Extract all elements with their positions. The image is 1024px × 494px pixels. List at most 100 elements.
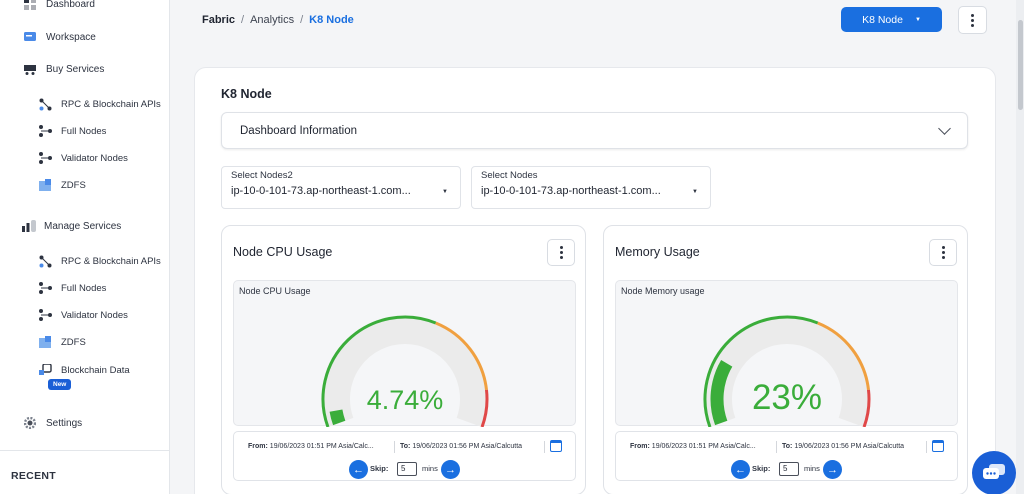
sidebar-item-validator-nodes-manage[interactable]: Validator Nodes: [39, 309, 128, 321]
gear-icon: [23, 416, 38, 430]
panel-more-button[interactable]: [929, 239, 957, 266]
recent-heading: RECENT: [11, 470, 56, 482]
breadcrumb-analytics[interactable]: Analytics: [250, 14, 294, 26]
cart-icon: [24, 63, 38, 75]
sidebar-divider: [0, 450, 170, 451]
previous-button[interactable]: ←: [731, 460, 750, 479]
dot-icon: [971, 13, 974, 17]
skip-input[interactable]: 5: [397, 462, 417, 476]
panel-title: Node CPU Usage: [233, 245, 333, 259]
from-label: From:: [248, 443, 268, 450]
chevron-down-icon: [938, 121, 951, 135]
divider: [394, 441, 395, 453]
sidebar-item-label: ZDFS: [61, 336, 86, 348]
caret-down-icon: ▼: [442, 189, 448, 195]
dot-icon: [559, 256, 563, 259]
divider: [926, 441, 927, 453]
select-label: Select Nodes: [481, 170, 538, 181]
new-badge: New: [48, 379, 72, 390]
gauge-value-arc: [329, 409, 346, 426]
sidebar-item-dashboard[interactable]: Dashboard: [24, 0, 95, 10]
arrow-left-icon: ←: [353, 463, 364, 476]
dot-icon: [941, 256, 945, 259]
cpu-usage-panel: Node CPU Usage Node CPU Usage 4.74% From…: [221, 225, 586, 494]
grid-icon: [24, 0, 38, 10]
from-label: From:: [630, 443, 650, 450]
panel-title: Memory Usage: [615, 245, 700, 259]
to-label: To:: [782, 443, 793, 450]
sidebar-item-buy-services[interactable]: Buy Services: [24, 63, 104, 75]
sidebar-item-full-nodes-buy[interactable]: Full Nodes: [39, 125, 106, 137]
mins-label: mins: [804, 464, 820, 473]
arrow-right-icon: →: [445, 463, 456, 476]
dot-icon: [559, 246, 563, 249]
accordion-label: Dashboard Information: [240, 124, 357, 137]
next-button[interactable]: →: [823, 460, 842, 479]
gauge-value-text: 4.74%: [367, 385, 444, 415]
breadcrumb-fabric[interactable]: Fabric: [202, 14, 235, 26]
caret-down-icon: ▼: [692, 189, 698, 195]
select-nodes-dropdown[interactable]: Select Nodes ip-10-0-101-73.ap-northeast…: [471, 166, 711, 209]
from-time[interactable]: From: 19/06/2023 01:51 PM Asia/Calc...: [248, 443, 374, 450]
sidebar-item-full-nodes-manage[interactable]: Full Nodes: [39, 282, 106, 294]
time-range-controls: From: 19/06/2023 01:51 PM Asia/Calc... T…: [233, 431, 576, 481]
sidebar-item-label: Validator Nodes: [61, 152, 128, 164]
sidebar-item-label: Workspace: [46, 31, 96, 43]
sidebar-item-validator-nodes-buy[interactable]: Validator Nodes: [39, 152, 128, 164]
node-dropdown-button[interactable]: K8 Node ▼: [841, 7, 942, 32]
sidebar-item-label: ZDFS: [61, 179, 86, 191]
panel-more-button[interactable]: [547, 239, 575, 266]
dot-icon: [941, 246, 945, 249]
nodes-icon: [39, 125, 53, 137]
header-more-button[interactable]: [958, 6, 987, 34]
calendar-icon[interactable]: [932, 440, 944, 452]
nodes-icon: [39, 282, 53, 294]
sidebar-item-rpc-manage[interactable]: RPC & Blockchain APIs: [39, 255, 161, 268]
dot-icon: [971, 23, 974, 27]
chat-button[interactable]: [972, 451, 1016, 494]
sidebar-item-manage-services[interactable]: Manage Services: [22, 220, 121, 232]
divider: [544, 441, 545, 453]
dot-icon: [559, 251, 563, 254]
breadcrumb-separator: /: [241, 14, 245, 26]
cpu-gauge: 4.74%: [321, 315, 489, 427]
calendar-icon[interactable]: [550, 440, 562, 452]
sidebar-item-settings[interactable]: Settings: [23, 416, 82, 430]
breadcrumb-separator: /: [300, 14, 304, 26]
previous-button[interactable]: ←: [349, 460, 368, 479]
data-icon: [39, 363, 53, 376]
caret-down-icon: ▼: [914, 16, 921, 23]
sidebar-item-blockchain-data[interactable]: Blockchain Data: [39, 363, 130, 376]
sidebar-item-zdfs-manage[interactable]: ZDFS: [39, 336, 86, 348]
dot-icon: [941, 251, 945, 254]
sidebar-item-workspace[interactable]: Workspace: [24, 31, 96, 43]
bars-icon: [22, 220, 36, 232]
sidebar-item-label: Buy Services: [46, 63, 105, 75]
sidebar: Dashboard Workspace Buy Services RPC & B…: [0, 0, 170, 494]
sidebar-item-label: Full Nodes: [61, 282, 107, 294]
to-value: 19/06/2023 01:56 PM Asia/Calcutta: [412, 443, 523, 450]
sidebar-item-label: Validator Nodes: [61, 309, 128, 321]
from-time[interactable]: From: 19/06/2023 01:51 PM Asia/Calc...: [630, 443, 756, 450]
to-time[interactable]: To: 19/06/2023 01:56 PM Asia/Calcutta: [782, 443, 904, 450]
divider: [776, 441, 777, 453]
breadcrumb: Fabric / Analytics / K8 Node: [202, 14, 354, 26]
nodes-icon: [39, 152, 53, 164]
next-button[interactable]: →: [441, 460, 460, 479]
page-title: K8 Node: [221, 87, 272, 101]
to-time[interactable]: To: 19/06/2023 01:56 PM Asia/Calcutta: [400, 443, 522, 450]
scrollbar-thumb[interactable]: [1018, 20, 1023, 110]
arrow-left-icon: ←: [735, 463, 746, 476]
gauge-container: Node Memory usage 23%: [615, 280, 958, 427]
sidebar-item-zdfs-buy[interactable]: ZDFS: [39, 179, 86, 191]
skip-input[interactable]: 5: [779, 462, 799, 476]
breadcrumb-current: K8 Node: [309, 14, 354, 26]
storage-icon: [39, 179, 53, 191]
dashboard-information-accordion[interactable]: Dashboard Information: [221, 112, 968, 149]
from-value: 19/06/2023 01:51 PM Asia/Calc...: [651, 443, 756, 450]
select-value: ip-10-0-101-73.ap-northeast-1.com...: [231, 185, 411, 197]
sidebar-item-rpc-buy[interactable]: RPC & Blockchain APIs: [39, 98, 161, 111]
memory-gauge: 23%: [703, 315, 871, 427]
sidebar-item-label: RPC & Blockchain APIs: [61, 98, 161, 110]
select-nodes2-dropdown[interactable]: Select Nodes2 ip-10-0-101-73.ap-northeas…: [221, 166, 461, 209]
